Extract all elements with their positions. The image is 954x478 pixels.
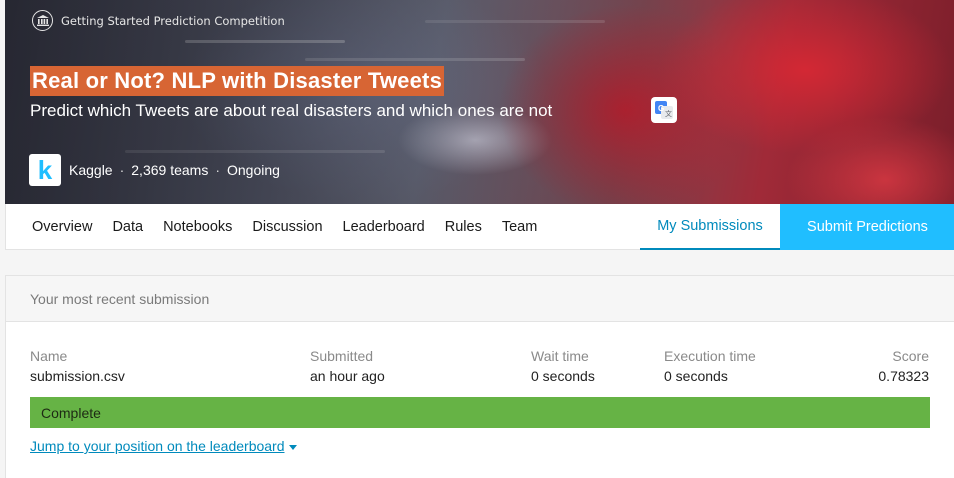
host-info: k Kaggle · 2,369 teams · Ongoing: [29, 154, 280, 186]
submitted-label: Submitted: [310, 348, 374, 364]
separator: ·: [119, 162, 125, 178]
competition-status: Ongoing: [227, 162, 280, 178]
submitted-column: Submitted an hour ago: [310, 348, 385, 384]
competition-type: Getting Started Prediction Competition: [32, 10, 285, 31]
tab-list: Overview Data Notebooks Discussion Leade…: [32, 204, 537, 250]
name-label: Name: [30, 348, 68, 364]
svg-text:文: 文: [665, 109, 672, 118]
name-value: submission.csv: [30, 368, 125, 384]
bank-icon: [32, 10, 53, 31]
team-count: 2,369 teams: [131, 162, 209, 178]
separator: ·: [215, 162, 220, 178]
tab-rules[interactable]: Rules: [445, 219, 482, 235]
svg-text:G: G: [658, 104, 664, 113]
wait-time-value: 0 seconds: [531, 368, 595, 384]
tab-team[interactable]: Team: [502, 219, 537, 235]
competition-banner: Getting Started Prediction Competition R…: [5, 0, 954, 204]
execution-time-label: Execution time: [664, 348, 756, 364]
jump-to-leaderboard-link[interactable]: Jump to your position on the leaderboard: [30, 438, 297, 454]
score-label: Score: [892, 348, 929, 364]
submitted-value: an hour ago: [310, 368, 385, 384]
tab-discussion[interactable]: Discussion: [252, 219, 322, 235]
score-column: Score 0.78323: [878, 348, 929, 384]
competition-type-label: Getting Started Prediction Competition: [61, 13, 285, 28]
wait-time-column: Wait time 0 seconds: [531, 348, 595, 384]
host-name[interactable]: Kaggle: [69, 162, 113, 178]
tab-leaderboard[interactable]: Leaderboard: [343, 219, 425, 235]
wait-time-label: Wait time: [531, 348, 589, 364]
execution-time-value: 0 seconds: [664, 368, 728, 384]
competition-subtitle: Predict which Tweets are about real disa…: [30, 101, 553, 120]
submit-predictions-button[interactable]: Submit Predictions: [780, 204, 954, 250]
google-translate-icon[interactable]: G 文: [651, 97, 677, 123]
jump-link-label: Jump to your position on the leaderboard: [30, 438, 285, 454]
competition-tabbar: Overview Data Notebooks Discussion Leade…: [5, 204, 954, 250]
tab-overview[interactable]: Overview: [32, 219, 92, 235]
recent-submission-card: Your most recent submission Name submiss…: [5, 275, 954, 478]
tab-my-submissions[interactable]: My Submissions: [640, 204, 780, 250]
name-column: Name submission.csv: [30, 348, 125, 384]
execution-time-column: Execution time 0 seconds: [664, 348, 756, 384]
card-header: Your most recent submission: [6, 276, 954, 322]
tab-notebooks[interactable]: Notebooks: [163, 219, 232, 235]
caret-down-icon: [288, 444, 297, 450]
submission-details: Name submission.csv Submitted an hour ag…: [6, 348, 954, 388]
score-value: 0.78323: [878, 368, 929, 384]
kaggle-logo: k: [29, 154, 61, 186]
tab-data[interactable]: Data: [112, 219, 143, 235]
competition-title: Real or Not? NLP with Disaster Tweets: [30, 66, 445, 96]
status-bar: Complete: [30, 397, 930, 428]
